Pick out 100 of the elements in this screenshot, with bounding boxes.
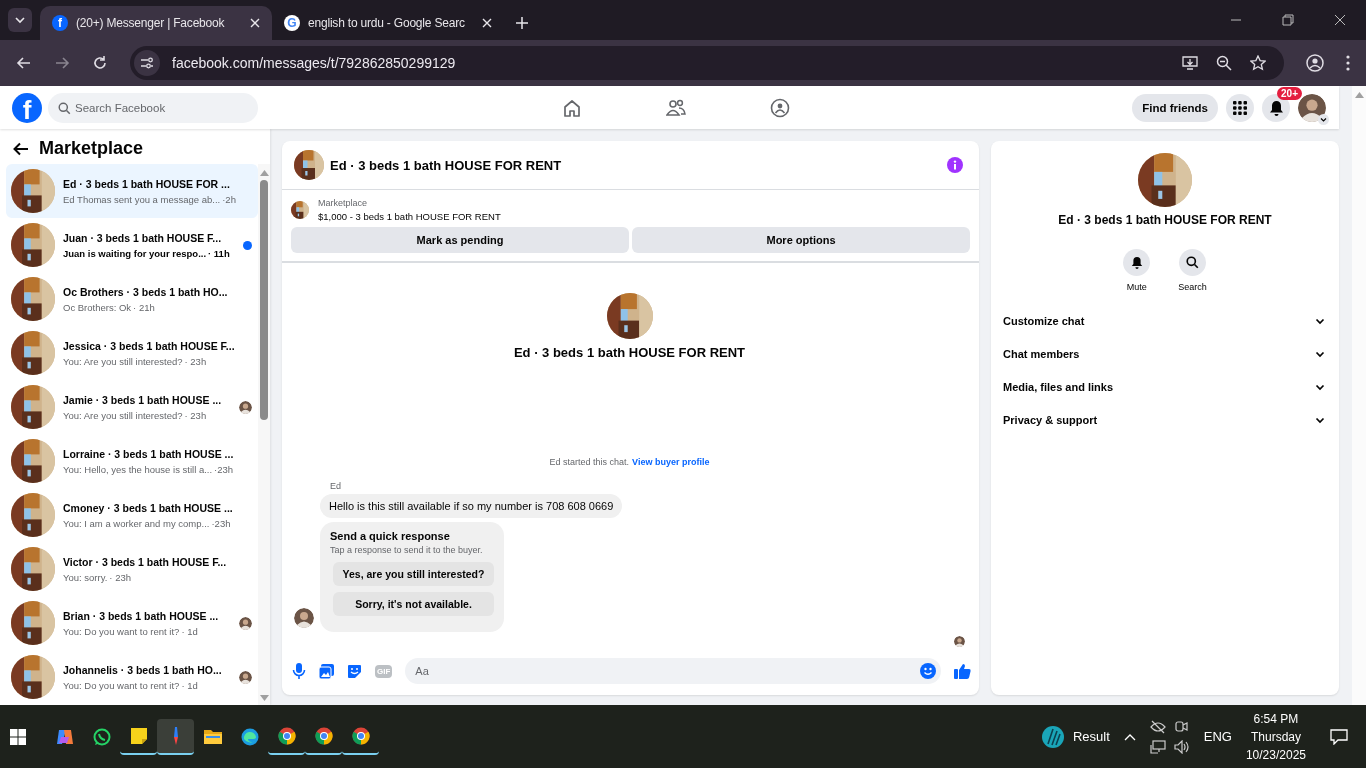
listing-action-button[interactable]: More options — [632, 227, 970, 253]
message-time: · 23h — [184, 409, 207, 421]
notification-badge: 20+ — [1277, 86, 1302, 100]
back-arrow-icon[interactable] — [13, 140, 29, 157]
profile-icon[interactable] — [1306, 54, 1324, 72]
avatar — [239, 670, 252, 684]
forward-icon[interactable] — [54, 55, 70, 71]
conversation-title: Juan · 3 beds 1 bath HOUSE F... — [63, 231, 223, 244]
clock-time[interactable]: 6:54 PM — [1253, 711, 1299, 726]
listing-summary: $1,000 - 3 beds 1 bath HOUSE FOR RENT — [318, 211, 501, 222]
tab-title: (20+) Messenger | Facebook — [76, 16, 226, 30]
scrollbar-thumb[interactable] — [260, 180, 268, 420]
details-section[interactable]: Customize chat — [991, 304, 1339, 337]
favicon-icon: f — [52, 15, 68, 31]
conversation-item[interactable]: Jamie · 3 beds 1 bath HOUSE ... You: Are you still interested? · 23h — [6, 380, 258, 434]
scrollbar[interactable] — [258, 164, 270, 705]
message-preview: You: I am a worker and my comp... — [63, 517, 210, 529]
reload-icon[interactable] — [92, 55, 108, 71]
details-title: Ed · 3 beds 1 bath HOUSE FOR RENT — [1058, 213, 1272, 227]
restore-icon[interactable] — [1282, 14, 1294, 26]
conversation-item[interactable]: Lorraine · 3 beds 1 bath HOUSE ... You: Hello, yes the house is still a... ·23h — [6, 434, 258, 488]
bookmark-star-icon[interactable] — [1250, 55, 1266, 71]
photo-icon[interactable] — [319, 663, 334, 679]
copilot-icon — [55, 727, 74, 746]
zoom-icon[interactable] — [1216, 55, 1232, 71]
message-bubble: Hello is this still available if so my number is 708 608 0669 — [320, 494, 623, 518]
facebook-logo[interactable]: f — [12, 92, 42, 123]
caret-up-icon[interactable] — [1123, 732, 1136, 741]
chrome-icon — [314, 726, 333, 745]
microphone-icon[interactable] — [292, 663, 306, 679]
mute-button[interactable] — [1123, 249, 1151, 276]
conversation-item[interactable]: Cmoney · 3 beds 1 bath HOUSE ... You: I am a worker and my comp... ·23h — [6, 488, 258, 542]
conversation-item[interactable]: Victor · 3 beds 1 bath HOUSE F... You: sorry. · 23h — [6, 542, 258, 596]
scrollbar[interactable] — [1352, 86, 1366, 705]
avatar — [954, 636, 965, 647]
info-icon[interactable] — [947, 157, 963, 173]
conversation-item[interactable]: Brian · 3 beds 1 bath HOUSE ... You: Do you want to rent it? · 1d — [6, 596, 258, 650]
conversation-title: Oc Brothers · 3 beds 1 bath HO... — [63, 285, 229, 298]
conversation-item[interactable]: Oc Brothers · 3 beds 1 bath HO... Oc Brothers: Ok · 21h — [6, 272, 258, 326]
conversation-item[interactable]: Juan · 3 beds 1 bath HOUSE F... Juan is waiting for your respo... · 11h — [6, 218, 258, 272]
quick-response-button[interactable]: Yes, are you still interested? — [333, 562, 494, 586]
details-section[interactable]: Media, files and links — [991, 370, 1339, 403]
bell-icon — [1130, 256, 1143, 269]
emoji-icon[interactable] — [920, 663, 936, 679]
find-friends-button[interactable]: Find friends — [1132, 93, 1218, 122]
search-button[interactable] — [1179, 249, 1206, 276]
sticker-icon[interactable] — [347, 663, 362, 679]
quick-response-button[interactable]: Sorry, it's not available. — [333, 592, 494, 616]
message-time: ·2h — [222, 193, 236, 205]
message-time: · 21h — [133, 301, 155, 313]
url-text: facebook.com/messages/t/792862850299129 — [172, 55, 456, 71]
close-icon[interactable] — [1334, 14, 1346, 26]
conversation-title: Ed · 3 beds 1 bath HOUSE FOR ... — [63, 177, 231, 190]
language-indicator[interactable]: ENG — [1203, 729, 1232, 744]
sender-name: Ed — [330, 481, 342, 491]
notification-center-icon[interactable] — [1330, 728, 1348, 745]
groups-icon[interactable] — [770, 97, 790, 118]
weather-widget-icon[interactable] — [1040, 724, 1065, 749]
conversation-title: Brian · 3 beds 1 bath HOUSE ... — [63, 609, 220, 622]
conversation-item[interactable]: Jessica · 3 beds 1 bath HOUSE F... You: Are you still interested? · 23h — [6, 326, 258, 380]
taskbar-app[interactable] — [157, 718, 194, 755]
chevron-down-icon — [14, 14, 26, 26]
friends-icon[interactable] — [666, 97, 686, 118]
weather-widget-text[interactable]: Result — [1072, 729, 1110, 744]
tab-list-button[interactable] — [8, 8, 32, 32]
browser-tab[interactable]: G english to urdu - Google Searc — [272, 6, 504, 40]
search-field[interactable]: Search Facebook — [48, 92, 258, 123]
address-bar[interactable]: facebook.com/messages/t/792862850299129 — [130, 46, 1284, 80]
chevron-down-icon[interactable] — [1318, 113, 1329, 125]
chat-started-note: Ed started this chat. — [549, 457, 630, 467]
details-section[interactable]: Privacy & support — [991, 403, 1339, 436]
hidden-eye-icon[interactable] — [1149, 719, 1166, 734]
message-time: ·23h — [214, 463, 234, 475]
install-icon[interactable] — [1182, 55, 1198, 71]
message-input[interactable]: Aa — [405, 658, 941, 684]
new-tab-icon[interactable] — [516, 17, 528, 29]
avatar — [239, 400, 252, 414]
site-settings-icon[interactable] — [134, 50, 160, 76]
listing-action-button[interactable]: Mark as pending — [291, 227, 629, 253]
message-time: · 23h — [184, 355, 207, 367]
home-icon[interactable] — [562, 97, 582, 118]
folder-icon — [203, 729, 222, 744]
conversation-item[interactable]: Johannelis · 3 beds 1 bath HO... You: Do you want to rent it? · 1d — [6, 650, 258, 704]
chat-intro-title: Ed · 3 beds 1 bath HOUSE FOR RENT — [513, 345, 746, 360]
details-section[interactable]: Chat members — [991, 337, 1339, 370]
clock-day[interactable]: Thursday — [1250, 729, 1301, 744]
network-icon[interactable] — [1149, 739, 1166, 754]
back-icon[interactable] — [16, 55, 32, 71]
camera-icon[interactable] — [1173, 719, 1188, 734]
conversation-item[interactable]: Ed · 3 beds 1 bath HOUSE FOR ... Ed Thomas sent you a message ab... ·2h — [6, 164, 258, 218]
windows-start-icon[interactable] — [10, 728, 26, 745]
message-preview: You: Do you want to rent it? — [63, 679, 180, 691]
buyer-profile-link[interactable]: View buyer profile — [632, 457, 710, 467]
menu-icon[interactable] — [1346, 55, 1350, 71]
thumbs-up-icon[interactable] — [954, 663, 971, 679]
clock-date[interactable]: 10/23/2025 — [1245, 747, 1306, 762]
volume-icon[interactable] — [1173, 739, 1190, 754]
menu-button[interactable] — [1226, 93, 1254, 122]
browser-tab[interactable]: f (20+) Messenger | Facebook — [40, 6, 272, 40]
grid-icon — [1233, 100, 1247, 115]
